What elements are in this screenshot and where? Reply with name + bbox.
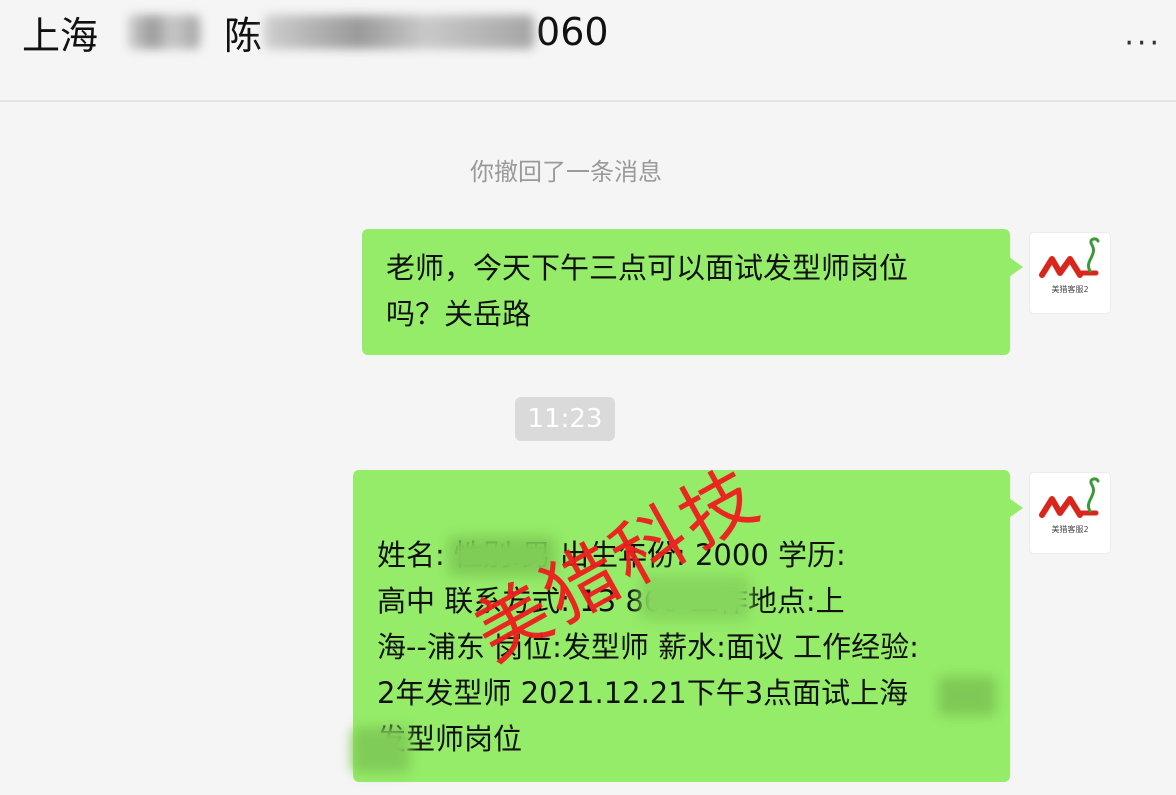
avatar[interactable]: 美猎客服2 (1030, 473, 1110, 553)
chat-header: 上海 陈 060 ··· (0, 0, 1176, 102)
redacted-phone (264, 15, 535, 49)
message-text-line: 发型师岗位 (377, 722, 523, 756)
redacted-name (128, 15, 201, 49)
avatar-caption: 美猎客服2 (1051, 525, 1089, 534)
avatar[interactable]: 美猎客服2 (1030, 233, 1110, 313)
more-dots-icon[interactable]: ··· (1124, 26, 1162, 61)
brand-logo-icon (1039, 477, 1100, 518)
message-text-line: 吗？关岳路 (386, 297, 532, 331)
message-text-line: 2年发型师 2021.12.21下午3点面试上海 (377, 676, 909, 710)
timestamp: 11:23 (515, 397, 615, 441)
avatar-caption: 美猎客服2 (1051, 285, 1089, 294)
message-text-line: 海--浦东 岗位:发型师 薪水:面议 工作经验: (377, 630, 919, 664)
chat-title-mid: 陈 (224, 13, 263, 58)
chat-title: 上海 陈 060 (22, 4, 609, 60)
brand-logo-icon (1039, 237, 1100, 278)
redacted-region (352, 727, 410, 773)
message-text-line: 老师，今天下午三点可以面试发型师岗位 (386, 251, 909, 285)
chat-title-prefix: 上海 (22, 13, 99, 58)
chat-window: 上海 陈 060 ··· 你撤回了一条消息 老师，今天下午三点可以面试发型师岗位… (0, 0, 1176, 795)
chat-title-suffix: 060 (536, 10, 609, 54)
recall-notice: 你撤回了一条消息 (470, 158, 662, 186)
redacted-region (938, 676, 996, 716)
message-bubble[interactable]: 老师，今天下午三点可以面试发型师岗位 吗？关岳路 (362, 229, 1023, 355)
